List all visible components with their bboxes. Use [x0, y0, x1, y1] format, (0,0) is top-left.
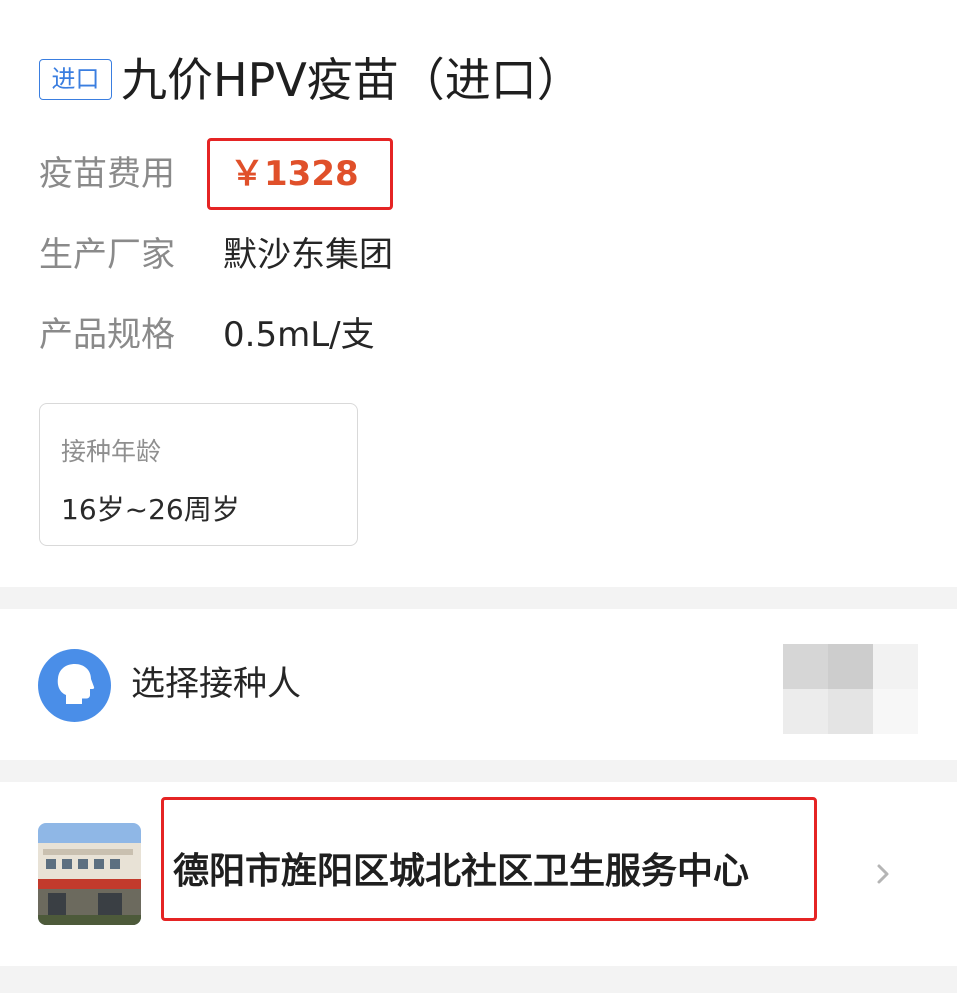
import-badge: 进口 [39, 59, 112, 100]
price-label: 疫苗费用 [39, 154, 175, 194]
chevron-right-icon [874, 856, 894, 901]
spec-label: 产品规格 [39, 315, 175, 355]
vaccine-title: 九价HPV疫苗（进口） [121, 53, 583, 107]
clinic-photo [38, 823, 141, 925]
blurred-avatar [783, 644, 918, 734]
section-divider [0, 587, 957, 609]
section-divider [0, 966, 957, 993]
age-card: 接种年龄 16岁~26周岁 [39, 403, 358, 546]
spec-value: 0.5mL/支 [223, 315, 375, 355]
price-highlight-box [207, 138, 393, 210]
vaccine-info-section: 进口 九价HPV疫苗（进口） 疫苗费用 ￥1328 生产厂家 默沙东集团 产品规… [0, 0, 957, 587]
clinic-row[interactable]: 德阳市旌阳区城北社区卫生服务中心 [0, 782, 957, 966]
manufacturer-label: 生产厂家 [39, 235, 175, 275]
clinic-highlight-box [161, 797, 817, 921]
age-value: 16岁~26周岁 [61, 493, 240, 526]
person-head-icon [38, 649, 111, 722]
age-label: 接种年龄 [61, 437, 162, 466]
section-divider [0, 760, 957, 782]
select-person-label: 选择接种人 [131, 664, 301, 704]
manufacturer-value: 默沙东集团 [223, 235, 393, 275]
select-person-row[interactable]: 选择接种人 [0, 609, 957, 760]
